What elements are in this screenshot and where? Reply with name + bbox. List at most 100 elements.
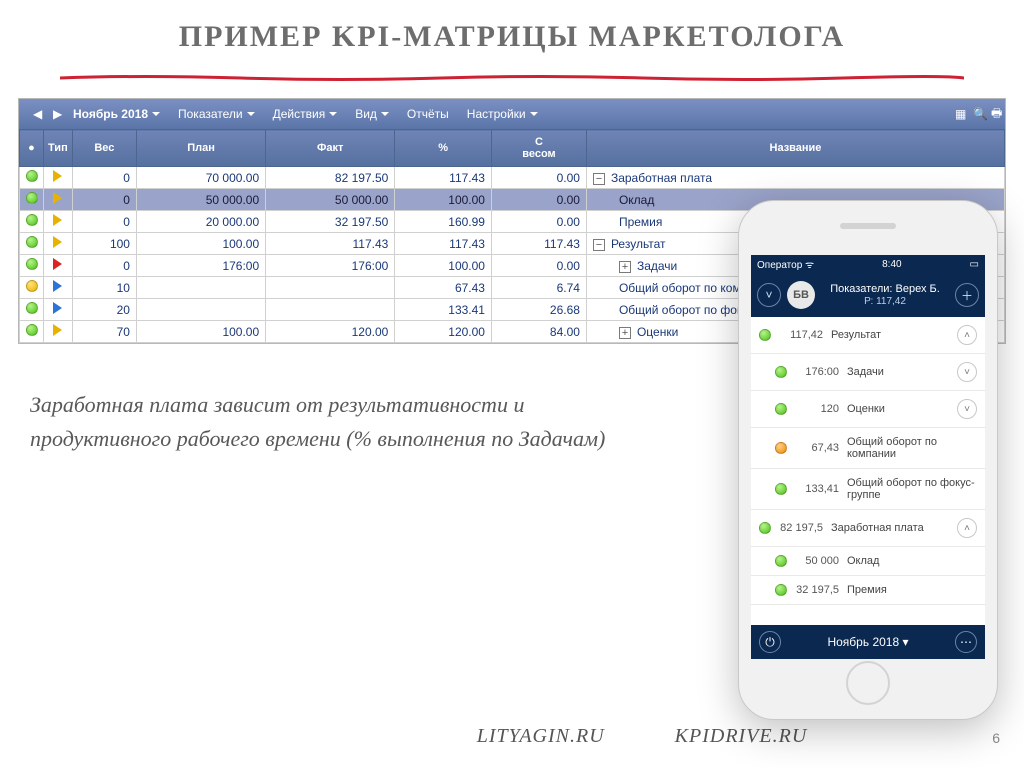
list-item[interactable]: 120Оценки˅	[751, 391, 985, 428]
menu-reports[interactable]: Отчёты	[399, 103, 457, 125]
nav-prev-button[interactable]: ◀	[25, 103, 43, 125]
cell-fact: 120.00	[266, 321, 395, 343]
list-item[interactable]: 117,42 Результат ˄	[751, 317, 985, 354]
item-label: Задачи	[847, 366, 949, 378]
phone-app-header: ˅ БВ Показатели: Верех Б. Р: 117,42 ＋	[751, 273, 985, 317]
menu-view[interactable]: Вид	[347, 103, 397, 125]
item-label: Результат	[831, 329, 949, 341]
chevron-icon[interactable]: ˄	[957, 518, 977, 538]
col-status[interactable]: ●	[20, 130, 44, 167]
item-value: 117,42	[779, 329, 823, 341]
list-item[interactable]: 32 197,5 Премия	[751, 576, 985, 605]
type-icon	[44, 233, 73, 255]
item-label: Заработная плата	[831, 522, 949, 534]
tree-expand-icon[interactable]: +	[619, 261, 631, 273]
toolbar: ◀ ▶ Ноябрь 2018 Показатели Действия Вид …	[19, 99, 1005, 129]
cell-pct: 120.00	[395, 321, 492, 343]
status-dot	[775, 403, 787, 415]
col-weight[interactable]: Вес	[72, 130, 136, 167]
clock: 8:40	[882, 259, 901, 270]
header-title: Показатели: Верех Б. Р: 117,42	[821, 283, 949, 306]
cell-weight: 20	[72, 299, 136, 321]
cell-weight: 0	[72, 189, 136, 211]
slide-title: ПРИМЕР KPI-МАТРИЦЫ МАРКЕТОЛОГА	[0, 0, 1024, 68]
header-menu-button[interactable]: ˅	[757, 283, 781, 307]
cell-plan	[136, 299, 265, 321]
menu-indicators[interactable]: Показатели	[170, 103, 263, 125]
cell-weight: 0	[72, 167, 136, 189]
cell-weighted: 6.74	[491, 277, 586, 299]
list-item[interactable]: 176:00Задачи˅	[751, 354, 985, 391]
cell-plan: 100.00	[136, 321, 265, 343]
item-label: Премия	[847, 584, 977, 596]
cell-weighted: 0.00	[491, 255, 586, 277]
status-dot	[20, 299, 44, 321]
status-dot	[775, 483, 787, 495]
cell-pct: 160.99	[395, 211, 492, 233]
list-item[interactable]: 82 197,5 Заработная плата ˄	[751, 510, 985, 547]
cell-fact	[266, 277, 395, 299]
col-plan[interactable]: План	[136, 130, 265, 167]
page-number: 6	[992, 730, 1000, 746]
status-dot	[775, 584, 787, 596]
status-dot	[775, 555, 787, 567]
avatar[interactable]: БВ	[787, 281, 815, 309]
phone-list: 117,42Результат˄176:00Задачи˅120Оценки˅6…	[751, 317, 985, 605]
tree-collapse-icon[interactable]: −	[593, 173, 605, 185]
grid-icon[interactable]: ▦	[947, 103, 963, 125]
list-item[interactable]: 133,41Общий оборот по фокус-группе	[751, 469, 985, 510]
cell-weighted: 0.00	[491, 167, 586, 189]
chevron-icon[interactable]: ˅	[957, 362, 977, 382]
cell-pct: 100.00	[395, 255, 492, 277]
nav-next-button[interactable]: ▶	[45, 103, 63, 125]
header-add-button[interactable]: ＋	[955, 283, 979, 307]
chevron-icon[interactable]: ˅	[957, 399, 977, 419]
cell-fact: 32 197.50	[266, 211, 395, 233]
cell-weighted: 0.00	[491, 211, 586, 233]
status-dot	[20, 189, 44, 211]
col-name[interactable]: Название	[586, 130, 1004, 167]
phone-footer: ⏻ Ноябрь 2018 ▾ ⋯	[751, 625, 985, 659]
status-dot	[20, 211, 44, 233]
status-dot	[20, 321, 44, 343]
phone-mock: Оператор ᯤ 8:40 ▭ ˅ БВ Показатели: Верех…	[738, 200, 998, 720]
battery-icon: ▭	[970, 259, 979, 270]
cell-fact: 117.43	[266, 233, 395, 255]
print-icon[interactable]: 🖶	[983, 103, 999, 125]
table-row[interactable]: 070 000.0082 197.50117.430.00−Заработная…	[20, 167, 1005, 189]
item-label: Оценки	[847, 403, 949, 415]
cell-plan: 70 000.00	[136, 167, 265, 189]
date-picker[interactable]: Ноябрь 2018	[65, 103, 168, 125]
item-value: 133,41	[795, 483, 839, 495]
list-item[interactable]: 50 000Оклад	[751, 547, 985, 576]
footer: LITYAGIN.RU KPIDRIVE.RU	[0, 725, 1024, 748]
cell-fact: 82 197.50	[266, 167, 395, 189]
type-icon	[44, 299, 73, 321]
menu-settings[interactable]: Настройки	[459, 103, 546, 125]
item-value: 32 197,5	[795, 584, 839, 596]
item-label: Общий оборот по компании	[847, 436, 977, 460]
menu-actions[interactable]: Действия	[265, 103, 346, 125]
search-icon[interactable]: 🔍	[965, 103, 981, 125]
cell-fact	[266, 299, 395, 321]
chevron-icon[interactable]: ˄	[957, 325, 977, 345]
status-dot	[20, 277, 44, 299]
footer-power-icon[interactable]: ⏻	[759, 631, 781, 653]
col-weighted[interactable]: С весом	[491, 130, 586, 167]
list-item[interactable]: 67,43Общий оборот по компании	[751, 428, 985, 469]
item-value: 82 197,5	[779, 522, 823, 534]
col-fact[interactable]: Факт	[266, 130, 395, 167]
cell-plan: 176:00	[136, 255, 265, 277]
col-type[interactable]: Тип	[44, 130, 73, 167]
footer-more-icon[interactable]: ⋯	[955, 631, 977, 653]
cell-weighted: 84.00	[491, 321, 586, 343]
status-dot	[20, 233, 44, 255]
type-icon	[44, 167, 73, 189]
tree-collapse-icon[interactable]: −	[593, 239, 605, 251]
col-pct[interactable]: %	[395, 130, 492, 167]
footer-date[interactable]: Ноябрь 2018 ▾	[827, 635, 908, 649]
cell-pct: 117.43	[395, 167, 492, 189]
status-dot	[775, 366, 787, 378]
type-icon	[44, 277, 73, 299]
tree-expand-icon[interactable]: +	[619, 327, 631, 339]
